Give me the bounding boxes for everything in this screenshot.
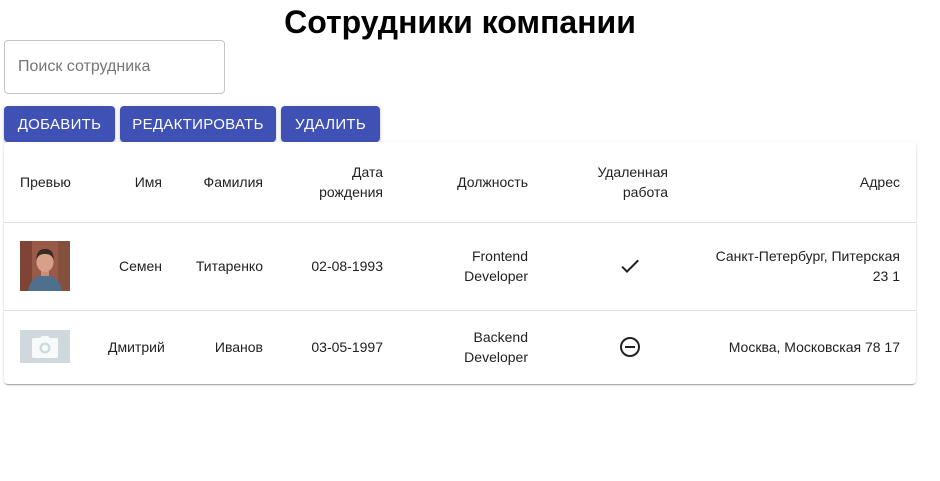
employees-table: Превью Имя Фамилия Дата рождения Должнос… bbox=[4, 142, 916, 383]
table-header-row: Превью Имя Фамилия Дата рождения Должнос… bbox=[4, 142, 916, 223]
birth-date-cell: 02-08-1993 bbox=[279, 222, 399, 311]
delete-button[interactable]: Удалить bbox=[281, 106, 380, 142]
check-icon bbox=[621, 259, 639, 273]
last-name-cell: Титаренко bbox=[178, 222, 279, 311]
employees-table-container: Превью Имя Фамилия Дата рождения Должнос… bbox=[4, 142, 916, 384]
remote-cell bbox=[544, 310, 684, 383]
minus-circle-icon bbox=[620, 336, 640, 357]
address-cell: Санкт-Петербург, Питерская 23 1 bbox=[684, 222, 916, 311]
photo-placeholder bbox=[20, 330, 70, 364]
last-name-cell: Иванов bbox=[214, 338, 263, 355]
position-cell: Backend Developer bbox=[464, 328, 528, 365]
birth-date-cell: 03-05-1997 bbox=[311, 338, 383, 355]
header-remote: Удаленная работа bbox=[544, 142, 684, 223]
preview-cell bbox=[4, 310, 92, 383]
first-name-cell: Дмитрий bbox=[108, 338, 165, 355]
remote-cell bbox=[544, 222, 684, 311]
header-first-name: Имя bbox=[92, 142, 178, 223]
employee-photo bbox=[20, 241, 70, 291]
table-row[interactable]: Семен Титаренко 02-08-1993 Frontend Deve… bbox=[4, 222, 916, 311]
first-name-cell: Семен bbox=[92, 222, 178, 311]
table-row[interactable]: Дмитрий Иванов 03-05-1997 Backend Develo… bbox=[4, 310, 916, 383]
camera-icon bbox=[32, 335, 58, 358]
address-cell: Москва, Московская 78 17 bbox=[728, 338, 900, 355]
header-birth-date: Дата рождения bbox=[279, 142, 399, 223]
edit-button[interactable]: Редактировать bbox=[120, 106, 276, 142]
add-button[interactable]: Добавить bbox=[4, 106, 115, 142]
search-input[interactable] bbox=[5, 41, 224, 93]
header-address: Адрес bbox=[684, 142, 916, 223]
search-field[interactable] bbox=[4, 40, 225, 94]
header-preview: Превью bbox=[4, 142, 92, 223]
page-title: Сотрудники компании bbox=[284, 4, 636, 40]
position-cell: Frontend Developer bbox=[399, 222, 544, 311]
preview-cell bbox=[4, 222, 92, 311]
header-last-name: Фамилия bbox=[178, 142, 279, 223]
header-position: Должность bbox=[399, 142, 544, 223]
